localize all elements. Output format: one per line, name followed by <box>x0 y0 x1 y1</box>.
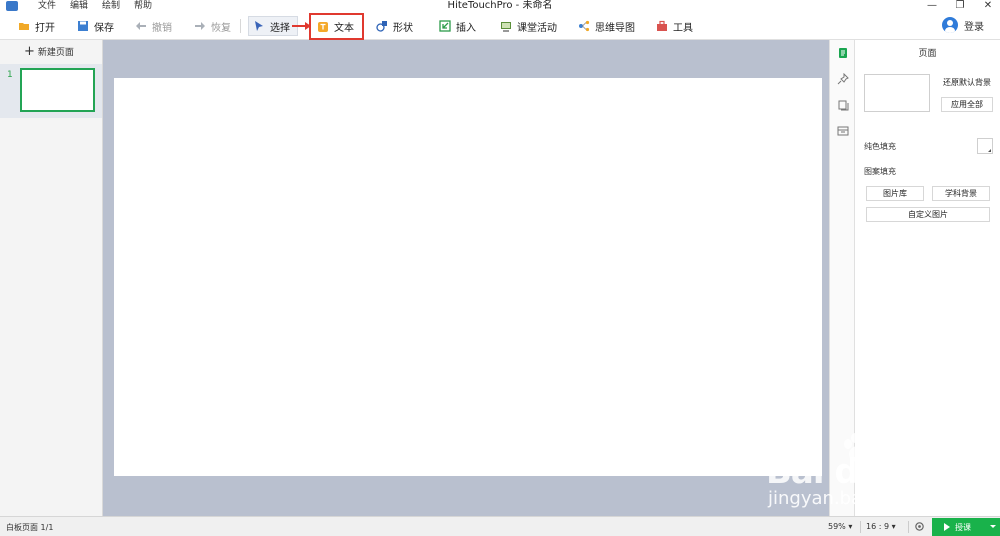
solid-fill-label: 纯色填充 <box>864 142 896 151</box>
page-number: 1 <box>7 70 13 80</box>
insert-label: 插入 <box>456 22 476 34</box>
page-settings-tab-icon[interactable] <box>837 47 849 59</box>
text-icon <box>318 21 328 32</box>
play-icon <box>944 523 950 531</box>
present-label: 授课 <box>955 522 971 532</box>
annotation-arrow-icon <box>292 22 311 30</box>
toolbar: 打开 保存 撤销 恢复 选择 文本 形状 插入 课堂活动 思维导图 工具 登录 <box>0 12 1000 40</box>
status-bar: 白板页面 1/1 59% ▾ 16 : 9 ▾ 授课 <box>0 516 1000 536</box>
redo-button[interactable]: 恢复 <box>190 16 235 36</box>
page-list-panel: + 新建页面 1 <box>0 40 103 516</box>
redo-icon <box>195 22 205 30</box>
zoom-value: 59% <box>828 522 846 531</box>
properties-panel: 页面 还原默认背景 应用全部 纯色填充 图案填充 图片库 学科背景 自定义图片 <box>855 40 1000 516</box>
text-label: 文本 <box>334 23 354 34</box>
shape-tool-button[interactable]: 形状 <box>372 16 417 36</box>
folder-icon <box>19 23 29 30</box>
present-button[interactable]: 授课 <box>932 518 1000 536</box>
mindmap-label: 思维导图 <box>595 22 635 34</box>
resources-tab-icon[interactable] <box>837 125 849 137</box>
tools-label: 工具 <box>673 22 693 34</box>
mindmap-button[interactable]: 思维导图 <box>574 16 639 36</box>
window-title: HiteTouchPro - 未命名 <box>447 0 553 11</box>
page-thumbnail-row[interactable]: 1 <box>0 64 102 118</box>
page-thumbnail[interactable] <box>20 68 95 112</box>
image-library-button[interactable]: 图片库 <box>866 186 924 201</box>
pin-tab-icon[interactable] <box>837 73 849 85</box>
mindmap-icon <box>579 20 590 32</box>
cursor-icon <box>255 21 263 31</box>
save-icon <box>78 21 88 31</box>
layers-tab-icon[interactable] <box>837 99 849 111</box>
undo-icon <box>136 22 146 30</box>
login-label: 登录 <box>964 21 984 33</box>
plus-icon: + <box>24 43 35 59</box>
restore-default-bg-button[interactable]: 还原默认背景 <box>941 76 993 91</box>
save-button[interactable]: 保存 <box>73 16 118 36</box>
present-dropdown-icon[interactable] <box>990 525 996 528</box>
undo-button[interactable]: 撤销 <box>131 16 176 36</box>
login-button[interactable]: 登录 <box>942 17 984 33</box>
whiteboard-canvas[interactable] <box>114 78 822 476</box>
user-avatar-icon <box>942 17 958 33</box>
select-tool-button[interactable]: 选择 <box>248 16 298 36</box>
status-divider <box>908 521 909 533</box>
save-label: 保存 <box>94 22 114 34</box>
aspect-ratio-select[interactable]: 16 : 9 ▾ <box>866 522 896 531</box>
new-page-button[interactable]: + 新建页面 <box>24 43 74 59</box>
zoom-level-select[interactable]: 59% ▾ <box>828 522 852 531</box>
open-label: 打开 <box>35 22 55 34</box>
close-button[interactable]: ✕ <box>978 0 998 11</box>
ratio-value: 16 : 9 <box>866 522 890 531</box>
page-status: 白板页面 1/1 <box>6 523 54 532</box>
settings-gear-icon[interactable] <box>914 521 925 532</box>
panel-title: 页面 <box>918 49 937 59</box>
insert-icon <box>439 20 451 32</box>
text-tool-button[interactable]: 文本 <box>309 13 364 40</box>
minimize-button[interactable]: — <box>922 0 942 11</box>
toolbar-divider <box>240 19 241 33</box>
shape-icon <box>376 21 387 32</box>
color-picker-swatch[interactable] <box>977 138 993 154</box>
apply-all-button[interactable]: 应用全部 <box>941 97 993 112</box>
toolbox-icon <box>657 20 667 31</box>
new-page-label: 新建页面 <box>37 48 74 58</box>
maximize-button[interactable]: ❐ <box>950 0 970 11</box>
undo-label: 撤销 <box>152 22 172 34</box>
custom-image-button[interactable]: 自定义图片 <box>866 207 990 222</box>
select-label: 选择 <box>270 22 290 34</box>
subject-background-button[interactable]: 学科背景 <box>932 186 990 201</box>
status-divider <box>860 521 861 533</box>
shape-label: 形状 <box>393 22 413 34</box>
pattern-fill-label: 图案填充 <box>864 167 896 176</box>
class-activity-button[interactable]: 课堂活动 <box>496 16 561 36</box>
background-preview <box>864 74 930 112</box>
activity-icon <box>501 22 511 32</box>
side-tab-strip <box>829 40 855 516</box>
insert-button[interactable]: 插入 <box>435 16 480 36</box>
class-activity-label: 课堂活动 <box>517 22 557 34</box>
tools-button[interactable]: 工具 <box>652 16 697 36</box>
open-button[interactable]: 打开 <box>14 16 59 36</box>
app-window: 文件 编辑 绘制 帮助 HiteTouchPro - 未命名 — ❐ ✕ 打开 … <box>0 0 1000 536</box>
workspace <box>103 40 829 516</box>
redo-label: 恢复 <box>211 22 231 34</box>
title-bar: 文件 编辑 绘制 帮助 HiteTouchPro - 未命名 — ❐ ✕ <box>0 0 1000 12</box>
